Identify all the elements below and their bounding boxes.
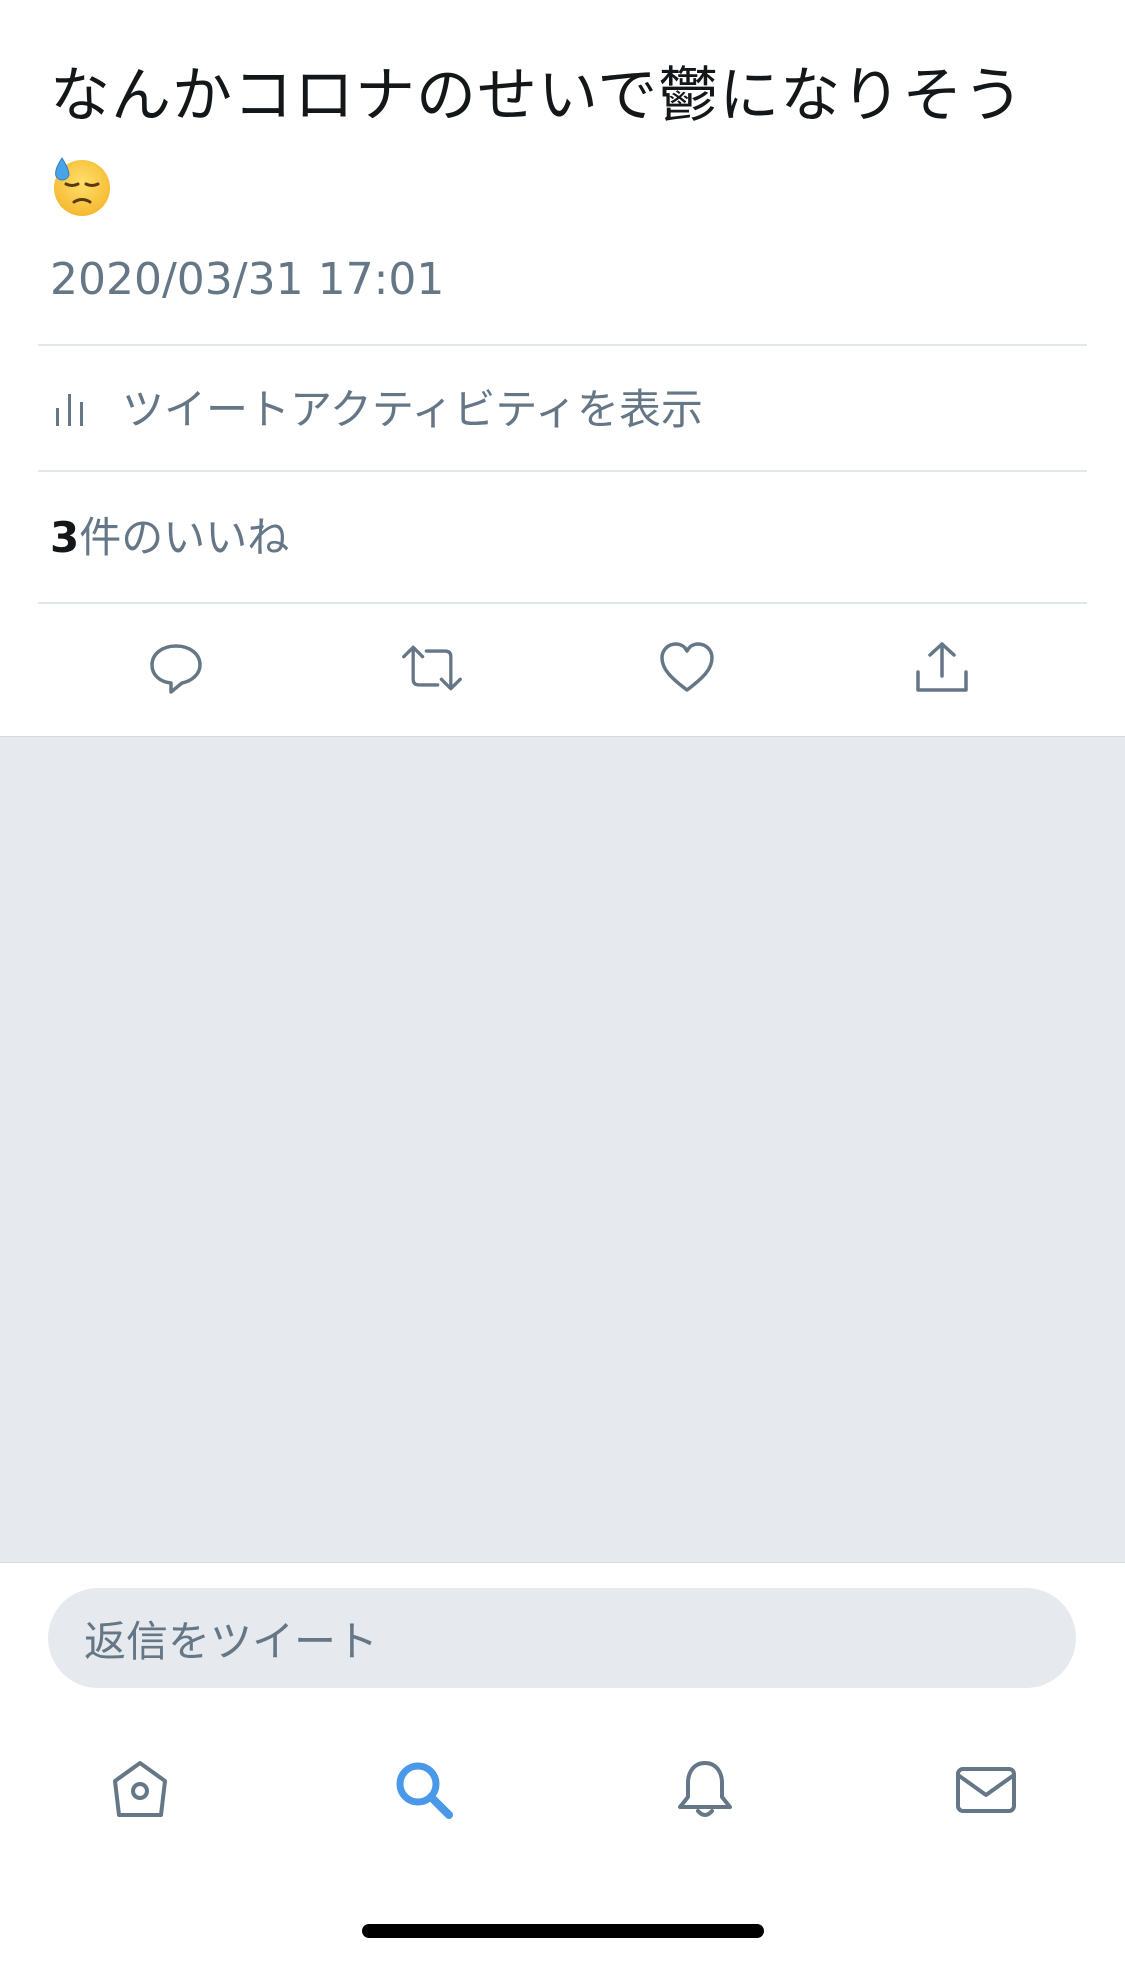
heart-icon [660, 642, 714, 692]
downcast-face-with-sweat-icon [50, 150, 114, 246]
tweet-activity-link[interactable]: ツイートアクティビティを表示 [50, 376, 703, 436]
tweet-body: なんかコロナのせいで鬱になりそう [50, 61, 1025, 131]
bell-icon [678, 1761, 732, 1817]
home-icon [113, 1761, 167, 1817]
share-icon [916, 642, 968, 692]
divider [0, 1562, 1125, 1563]
reply-placeholder: 返信をツイート [84, 1616, 379, 1666]
retweet-button[interactable] [400, 636, 464, 700]
likes-count-link[interactable]: 3件のいいね [50, 508, 289, 568]
tweet-activity-label: ツイートアクティビティを表示 [122, 384, 703, 434]
tab-messages[interactable] [946, 1750, 1026, 1830]
tab-bar [0, 1740, 1125, 1840]
mail-icon [956, 1767, 1016, 1813]
tweet-detail: なんかコロナのせいで鬱になりそう 2020/03/31 17:01 ツイートアク… [0, 0, 1125, 736]
tweet-actions-bar [0, 614, 1125, 724]
reply-input[interactable]: 返信をツイート [48, 1588, 1076, 1688]
divider [38, 602, 1087, 604]
reply-button[interactable] [144, 636, 208, 700]
tweet-text: なんかコロナのせいで鬱になりそう [50, 48, 1080, 246]
divider [38, 344, 1087, 346]
home-indicator[interactable] [362, 1924, 764, 1938]
retweet-icon [402, 645, 462, 691]
divider [38, 470, 1087, 472]
likes-count: 3 [50, 513, 80, 562]
search-icon [396, 1762, 453, 1819]
share-button[interactable] [910, 636, 974, 700]
like-button[interactable] [655, 636, 719, 700]
reply-icon [150, 644, 202, 694]
bar-chart-icon [56, 394, 83, 426]
empty-replies-area [0, 736, 1125, 1563]
tab-search[interactable] [384, 1750, 464, 1830]
tab-home[interactable] [100, 1750, 180, 1830]
tweet-timestamp: 2020/03/31 17:01 [50, 254, 445, 305]
tab-notifications[interactable] [665, 1750, 745, 1830]
likes-label: 件のいいね [79, 513, 290, 562]
